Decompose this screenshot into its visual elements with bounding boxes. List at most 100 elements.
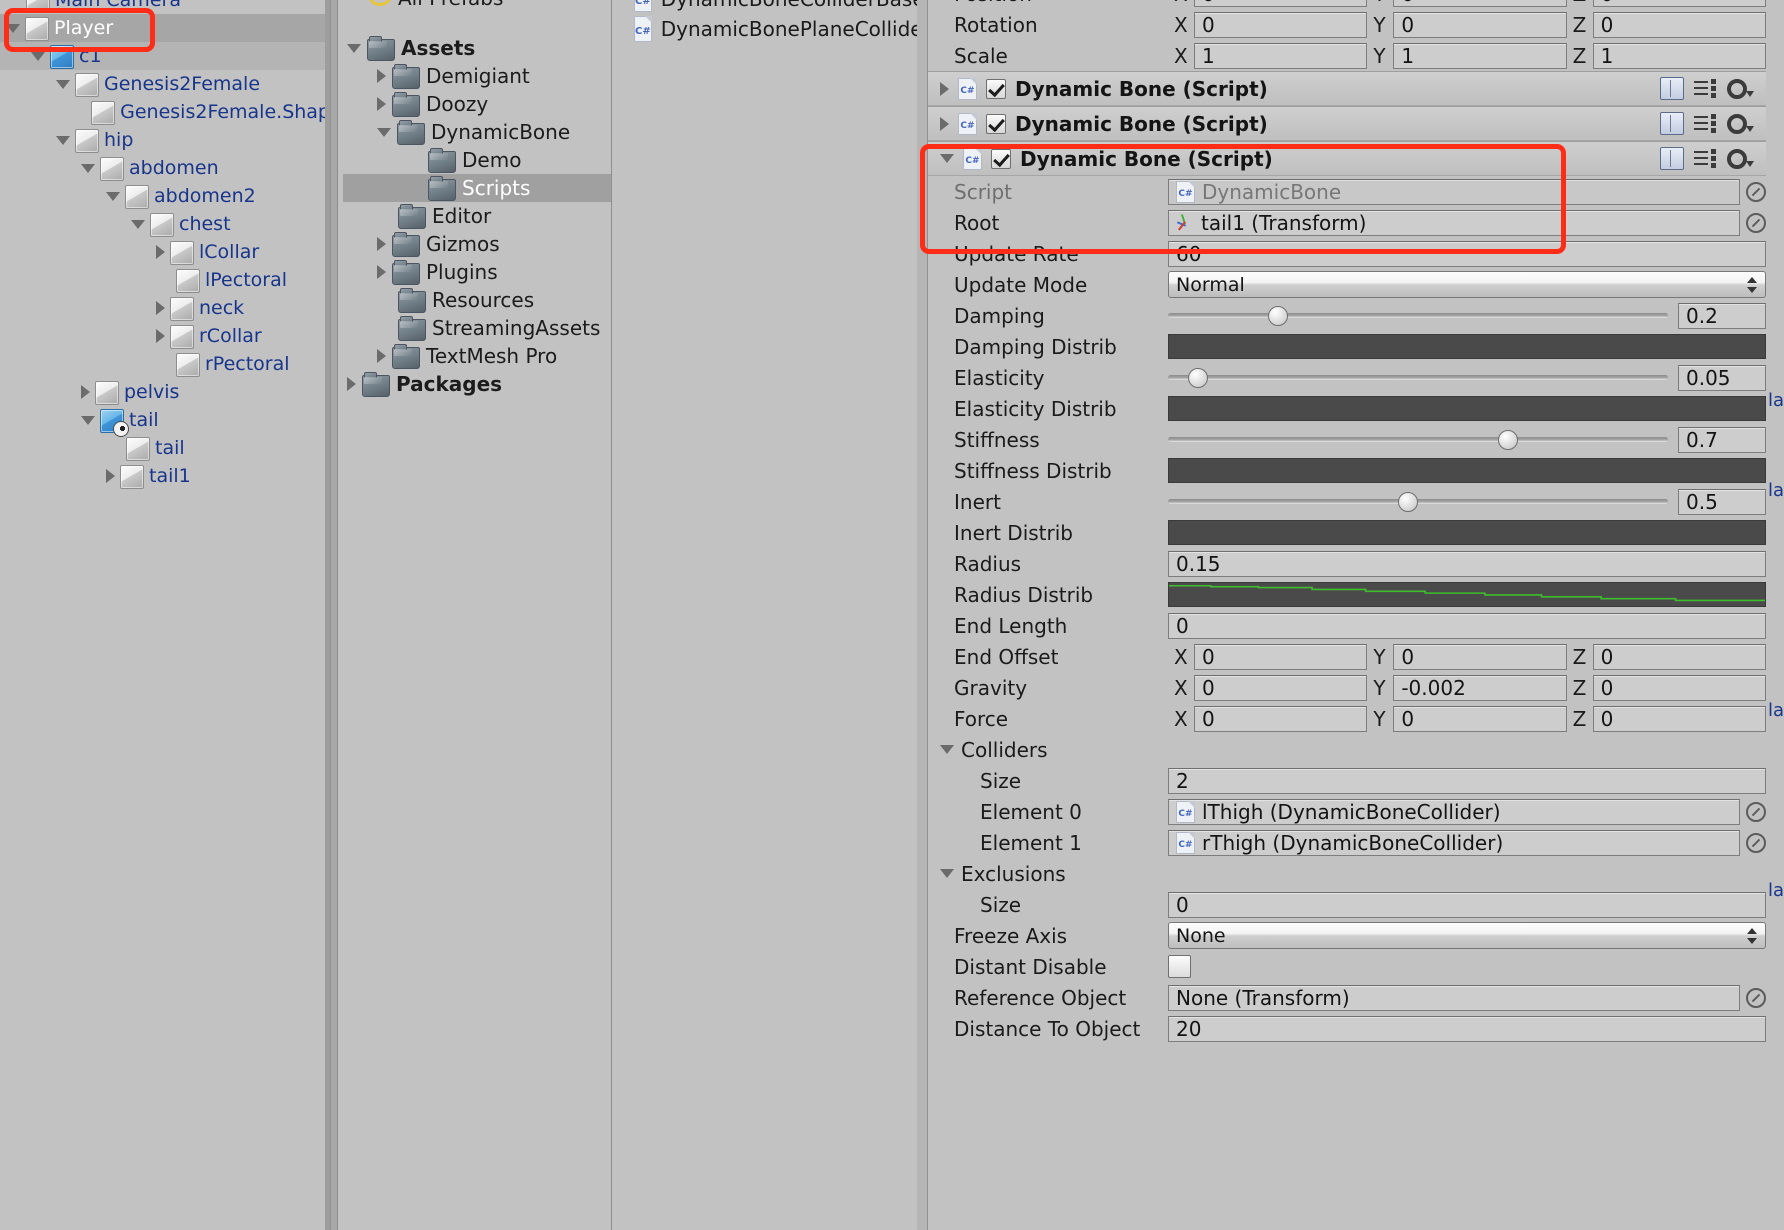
hierarchy-item[interactable]: Genesis2Female.Shap (0, 98, 330, 126)
inert-slider-knob[interactable] (1398, 492, 1418, 512)
transform-z-field[interactable]: 1 (1593, 43, 1766, 69)
gravity-z-field[interactable]: 0 (1593, 675, 1766, 701)
project-tree-item[interactable]: Doozy (343, 90, 611, 118)
root-object-picker[interactable] (1746, 213, 1766, 233)
radius-field[interactable]: 0.15 (1168, 551, 1766, 577)
elasticity-distrib-curve-field[interactable] (1168, 396, 1766, 421)
chevron-down-icon[interactable] (56, 80, 70, 89)
inert-distrib-curve-field[interactable] (1168, 520, 1766, 545)
damping-distrib-curve-field[interactable] (1168, 334, 1766, 359)
distant-disable-checkbox[interactable] (1168, 955, 1191, 978)
hierarchy-item[interactable]: rCollar (0, 322, 330, 350)
freeze-axis-dropdown[interactable]: None (1168, 922, 1766, 949)
gear-icon[interactable] (1727, 149, 1747, 169)
chevron-down-icon[interactable] (377, 128, 391, 137)
help-book-icon[interactable] (1660, 77, 1684, 100)
chevron-right-icon[interactable] (377, 69, 386, 83)
force-z-field[interactable]: 0 (1593, 706, 1766, 732)
transform-y-field[interactable]: 0 (1393, 0, 1566, 7)
project-tree-item[interactable]: All Prefabs (343, 0, 611, 12)
transform-z-field[interactable]: 0 (1593, 12, 1766, 38)
hierarchy-item[interactable]: pelvis (0, 378, 330, 406)
distance-to-object-field[interactable]: 20 (1168, 1016, 1766, 1042)
reference-object-field[interactable]: None (Transform) (1168, 985, 1740, 1011)
hierarchy-item[interactable]: Player (0, 14, 330, 42)
hierarchy-item[interactable]: neck (0, 294, 330, 322)
component-header[interactable]: C#Dynamic Bone (Script) (928, 141, 1766, 176)
transform-x-field[interactable]: 0 (1194, 12, 1367, 38)
hierarchy-item[interactable]: c1 (0, 42, 330, 70)
stiffness-distrib-curve-field[interactable] (1168, 458, 1766, 483)
hierarchy-item[interactable]: lCollar (0, 238, 330, 266)
chevron-right-icon[interactable] (156, 301, 165, 315)
gear-caret-icon[interactable] (1746, 91, 1754, 97)
help-book-icon[interactable] (1660, 112, 1684, 135)
project-tree-item[interactable]: Packages (343, 370, 611, 398)
reference-object-object-picker[interactable] (1746, 988, 1766, 1008)
project-tree-item[interactable]: Demo (343, 146, 611, 174)
project-tree-item[interactable]: Assets (343, 34, 611, 62)
chevron-right-icon[interactable] (156, 245, 165, 259)
project-tree-item[interactable]: TextMesh Pro (343, 342, 611, 370)
root-field[interactable]: tail1 (Transform) (1168, 210, 1740, 236)
hierarchy-item[interactable]: Main Camera (0, 0, 330, 14)
stiffness-value-field[interactable]: 0.7 (1678, 427, 1766, 453)
end-offset-x-field[interactable]: 0 (1194, 644, 1367, 670)
colliders-foldout[interactable]: Colliders (928, 734, 1766, 765)
project-tree-item[interactable]: DynamicBone (343, 118, 611, 146)
end-offset-y-field[interactable]: 0 (1393, 644, 1566, 670)
chevron-down-icon[interactable] (347, 44, 361, 53)
transform-y-field[interactable]: 0 (1393, 12, 1566, 38)
chevron-right-icon[interactable] (377, 97, 386, 111)
help-book-icon[interactable] (1660, 147, 1684, 170)
asset-list-item[interactable]: C#DynamicBonePlaneCollide (612, 14, 917, 44)
gravity-x-field[interactable]: 0 (1194, 675, 1367, 701)
radius-distrib-curve-field[interactable] (1168, 582, 1766, 607)
component-header[interactable]: C#Dynamic Bone (Script) (928, 106, 1766, 141)
elasticity-slider-knob[interactable] (1188, 368, 1208, 388)
damping-slider[interactable] (1168, 303, 1668, 329)
hierarchy-item[interactable]: tail (0, 434, 330, 462)
damping-value-field[interactable]: 0.2 (1678, 303, 1766, 329)
chevron-right-icon[interactable] (106, 469, 115, 483)
project-tree-item[interactable]: Scripts (343, 174, 611, 202)
hierarchy-item[interactable]: rPectoral (0, 350, 330, 378)
transform-y-field[interactable]: 1 (1393, 43, 1566, 69)
colliders-element-1-object-picker[interactable] (1746, 833, 1766, 853)
gear-icon[interactable] (1727, 79, 1747, 99)
chevron-right-icon[interactable] (940, 117, 949, 131)
chevron-right-icon[interactable] (377, 265, 386, 279)
colliders-size-field[interactable]: 2 (1168, 768, 1766, 794)
end-length-field[interactable]: 0 (1168, 613, 1766, 639)
asset-list-item[interactable]: C#DynamicBoneColliderBase (612, 0, 917, 14)
chevron-down-icon[interactable] (940, 154, 954, 163)
project-tree-item[interactable]: Resources (343, 286, 611, 314)
elasticity-value-field[interactable]: 0.05 (1678, 365, 1766, 391)
transform-x-field[interactable]: 1 (1194, 43, 1367, 69)
update-mode-dropdown[interactable]: Normal (1168, 271, 1766, 298)
chevron-down-icon[interactable] (6, 24, 20, 33)
chevron-right-icon[interactable] (940, 82, 949, 96)
inert-slider[interactable] (1168, 489, 1668, 515)
preset-icon[interactable] (1694, 79, 1717, 98)
chevron-down-icon[interactable] (940, 745, 954, 754)
preset-icon[interactable] (1694, 149, 1717, 168)
chevron-down-icon[interactable] (106, 192, 120, 201)
colliders-element-0-field[interactable]: C#lThigh (DynamicBoneCollider) (1168, 799, 1740, 825)
transform-x-field[interactable]: 0 (1194, 0, 1367, 7)
transform-z-field[interactable]: 0 (1593, 0, 1766, 7)
script-object-picker[interactable] (1746, 182, 1766, 202)
script-field[interactable]: C#DynamicBone (1168, 179, 1740, 205)
chevron-down-icon[interactable] (31, 52, 45, 61)
component-enabled-checkbox[interactable] (986, 79, 1006, 99)
damping-slider-knob[interactable] (1268, 306, 1288, 326)
project-tree-item[interactable]: Editor (343, 202, 611, 230)
chevron-right-icon[interactable] (377, 349, 386, 363)
gravity-y-field[interactable]: -0.002 (1393, 675, 1566, 701)
force-y-field[interactable]: 0 (1393, 706, 1566, 732)
chevron-down-icon[interactable] (81, 164, 95, 173)
project-tree-item[interactable]: Demigiant (343, 62, 611, 90)
hierarchy-item[interactable]: abdomen2 (0, 182, 330, 210)
exclusions-foldout[interactable]: Exclusions (928, 858, 1766, 889)
chevron-right-icon[interactable] (81, 385, 90, 399)
